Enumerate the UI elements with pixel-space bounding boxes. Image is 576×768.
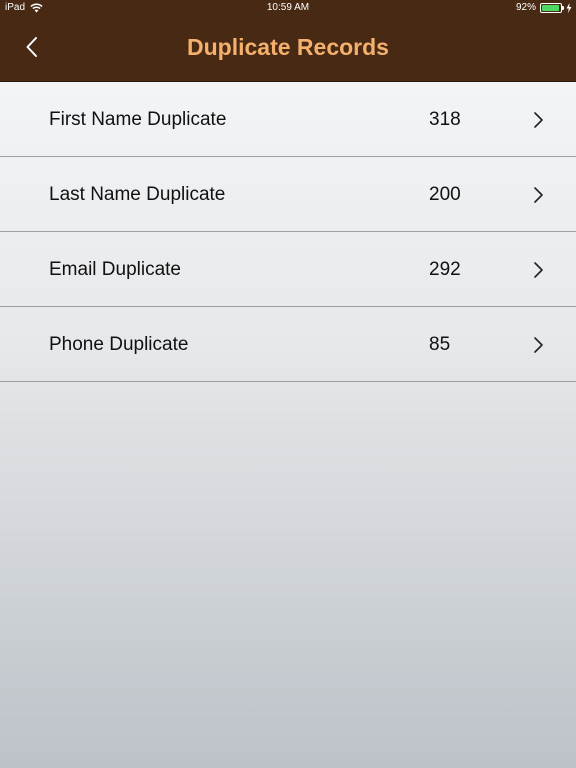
- battery-percent: 92%: [515, 2, 536, 13]
- row-count: 318: [429, 109, 461, 130]
- list-item[interactable]: Email Duplicate 292: [0, 232, 576, 307]
- status-time: 10:59 AM: [266, 2, 310, 13]
- row-count: 85: [429, 334, 451, 355]
- duplicate-records-list: First Name Duplicate 318 Last Name Duplica…: [0, 82, 576, 382]
- row-label: Phone Duplicate: [49, 334, 189, 355]
- status-right: 92%: [516, 2, 572, 13]
- battery-cap: [562, 5, 564, 10]
- list-item[interactable]: Phone Duplicate 85: [0, 307, 576, 382]
- chevron-right-icon: [534, 112, 543, 128]
- row-label: Email Duplicate: [49, 259, 181, 280]
- list-item[interactable]: First Name Duplicate 318: [0, 82, 576, 157]
- navigation-bar: Duplicate Records: [0, 16, 576, 82]
- row-label: First Name Duplicate: [49, 109, 227, 130]
- chevron-right-icon: [534, 262, 543, 278]
- list-item[interactable]: Last Name Duplicate 200: [0, 157, 576, 232]
- battery-fill: [542, 4, 559, 11]
- chevron-right-icon: [534, 187, 543, 203]
- charging-bolt-icon: [566, 2, 572, 13]
- status-bar: iPad 10:59 AM 92%: [0, 0, 576, 16]
- battery-icon: [540, 2, 564, 13]
- row-count: 200: [429, 184, 461, 205]
- page-title: Duplicate Records: [187, 34, 389, 60]
- row-count: 292: [429, 259, 461, 280]
- chevron-right-icon: [534, 337, 543, 353]
- row-label: Last Name Duplicate: [49, 184, 226, 205]
